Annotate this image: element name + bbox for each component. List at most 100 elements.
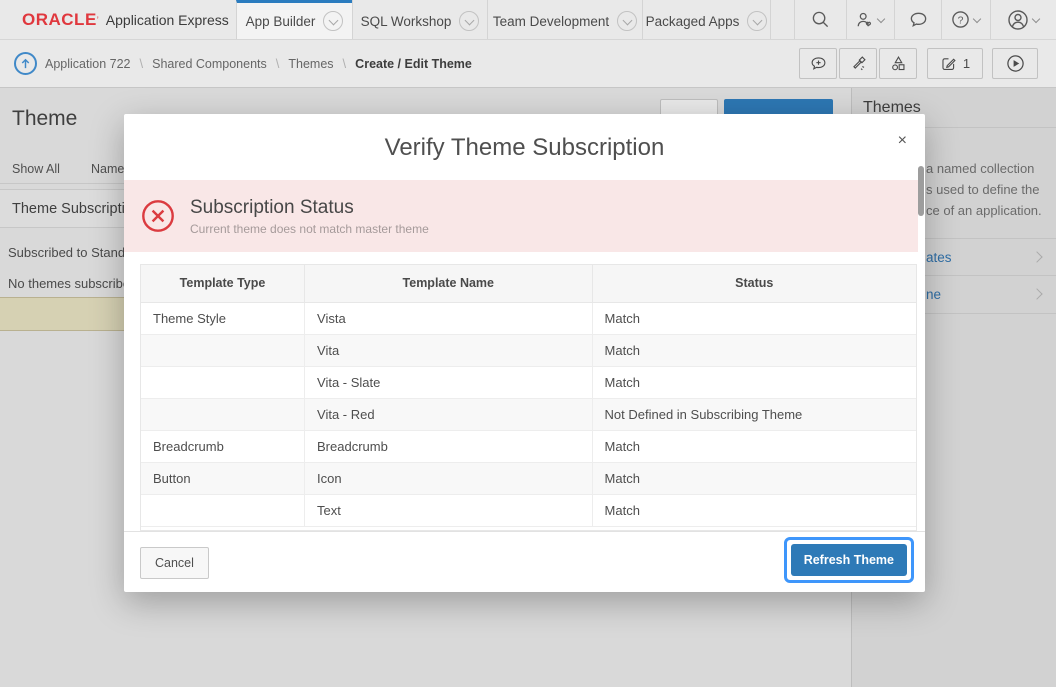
dialog-title: Verify Theme Subscription — [124, 114, 925, 182]
cancel-button[interactable]: Cancel — [140, 547, 209, 579]
chevron-down-icon — [747, 11, 767, 31]
refresh-theme-button[interactable]: Refresh Theme — [791, 544, 907, 576]
topbar-icon-group: ? — [794, 0, 1056, 39]
comment-plus-icon — [810, 55, 827, 72]
page-title: Theme — [12, 107, 77, 131]
tab-packaged-apps[interactable]: Packaged Apps — [642, 0, 771, 39]
brand-text: ORACLE — [22, 10, 97, 30]
search-icon — [811, 10, 830, 29]
brand-mark: ’ — [97, 15, 99, 25]
up-level-button[interactable] — [14, 52, 37, 75]
sidebar-link-label: ne — [926, 287, 941, 302]
subscription-status-alert: Subscription Status Current theme does n… — [124, 180, 918, 252]
dialog-scrollbar-thumb[interactable] — [918, 166, 924, 216]
chevron-down-icon — [877, 15, 886, 24]
chevron-right-icon — [1031, 288, 1042, 299]
edit-page-number: 1 — [963, 56, 970, 71]
tab-sql-workshop[interactable]: SQL Workshop — [352, 0, 487, 39]
tab-team-development[interactable]: Team Development — [487, 0, 642, 39]
breadcrumb: Application 722 \ Shared Components \ Th… — [45, 56, 472, 71]
feedback-comment-button[interactable] — [799, 48, 837, 79]
breadcrumb-current: Create / Edit Theme — [355, 57, 472, 71]
cell: Match — [592, 430, 916, 462]
sidebar-link-label: ates — [926, 250, 952, 265]
edit-page-button[interactable]: 1 — [927, 48, 983, 79]
cell: Not Defined in Subscribing Theme — [592, 398, 916, 430]
table-row: Vita - Slate Match — [141, 366, 916, 398]
breadcrumb-bar: Application 722 \ Shared Components \ Th… — [0, 40, 1056, 88]
run-application-button[interactable] — [992, 48, 1038, 79]
tab-app-builder[interactable]: App Builder — [236, 0, 352, 39]
cell: Vita - Red — [305, 398, 593, 430]
alert-message: Current theme does not match master them… — [190, 222, 429, 236]
chevron-down-icon — [617, 11, 637, 31]
table-row: Vita - Red Not Defined in Subscribing Th… — [141, 398, 916, 430]
column-template-type: Template Type — [141, 265, 305, 302]
tab-label: SQL Workshop — [361, 14, 452, 29]
chevron-down-icon — [1032, 15, 1041, 24]
breadcrumb-themes[interactable]: Themes — [288, 57, 333, 71]
edit-page-icon — [940, 55, 957, 72]
tab-label: Team Development — [493, 14, 609, 29]
flashlight-icon — [850, 55, 867, 72]
cell: Match — [592, 302, 916, 334]
tab-name[interactable]: Name — [91, 162, 124, 176]
alert-text-block: Subscription Status Current theme does n… — [190, 197, 429, 236]
region-title: Theme Subscriptio — [12, 201, 133, 217]
table-row: Button Icon Match — [141, 462, 916, 494]
verify-theme-subscription-dialog: Verify Theme Subscription × Subscription… — [124, 114, 925, 592]
users-icon — [856, 11, 874, 29]
cell: Match — [592, 334, 916, 366]
oracle-logo: ORACLE’ Application Express — [0, 0, 236, 39]
breadcrumb-shared-components[interactable]: Shared Components — [152, 57, 267, 71]
breadcrumb-separator: \ — [343, 56, 347, 71]
template-status-table: Template Type Template Name Status Theme… — [140, 264, 917, 531]
shared-components-button[interactable] — [879, 48, 917, 79]
cell: Vista — [305, 302, 593, 334]
utilities-button[interactable] — [839, 48, 877, 79]
dialog-header: Verify Theme Subscription × — [124, 114, 925, 180]
tab-label: App Builder — [246, 14, 316, 29]
chevron-down-icon — [459, 11, 479, 31]
cell: Breadcrumb — [141, 430, 305, 462]
cell: Icon — [305, 462, 593, 494]
help-line: s used to define the — [926, 179, 1042, 200]
main-nav-tabs: App Builder SQL Workshop Team Developmen… — [236, 0, 771, 39]
cell: Vita — [305, 334, 593, 366]
subscription-status-line: Subscribed to Standa — [8, 245, 132, 260]
column-template-name: Template Name — [305, 265, 593, 302]
cell: Match — [592, 366, 916, 398]
help-icon: ? — [951, 10, 970, 29]
chevron-down-icon — [323, 11, 343, 31]
cell: Vita - Slate — [305, 366, 593, 398]
tab-show-all[interactable]: Show All — [12, 162, 60, 176]
administration-button[interactable] — [846, 0, 894, 39]
cell: Match — [592, 494, 916, 526]
breadcrumb-separator: \ — [139, 56, 143, 71]
sidebar-help-text: a named collection s used to define the … — [926, 158, 1042, 221]
breadcrumb-application[interactable]: Application 722 — [45, 57, 130, 71]
search-button[interactable] — [794, 0, 846, 39]
apex-screen: ORACLE’ Application Express App Builder … — [0, 0, 1056, 687]
table-header-row: Template Type Template Name Status — [141, 265, 916, 302]
cell — [141, 494, 305, 526]
feedback-button[interactable] — [894, 0, 941, 39]
page-toolbar: 1 — [799, 48, 1038, 79]
no-themes-line: No themes subscribe — [8, 276, 130, 291]
close-icon[interactable]: × — [898, 133, 907, 149]
dialog-footer: Cancel Refresh Theme — [124, 531, 925, 592]
up-arrow-icon — [19, 57, 32, 70]
shapes-icon — [890, 55, 907, 72]
cell: Text — [305, 494, 593, 526]
account-button[interactable] — [990, 0, 1056, 39]
cell — [141, 334, 305, 366]
user-icon — [1007, 9, 1029, 31]
alert-title: Subscription Status — [190, 197, 429, 219]
table-row: Text Match — [141, 494, 916, 526]
cell: Theme Style — [141, 302, 305, 334]
help-button[interactable]: ? — [941, 0, 990, 39]
tab-label: Packaged Apps — [646, 14, 740, 29]
chat-icon — [909, 10, 928, 29]
cell: Button — [141, 462, 305, 494]
focus-ring: Refresh Theme — [784, 537, 914, 583]
